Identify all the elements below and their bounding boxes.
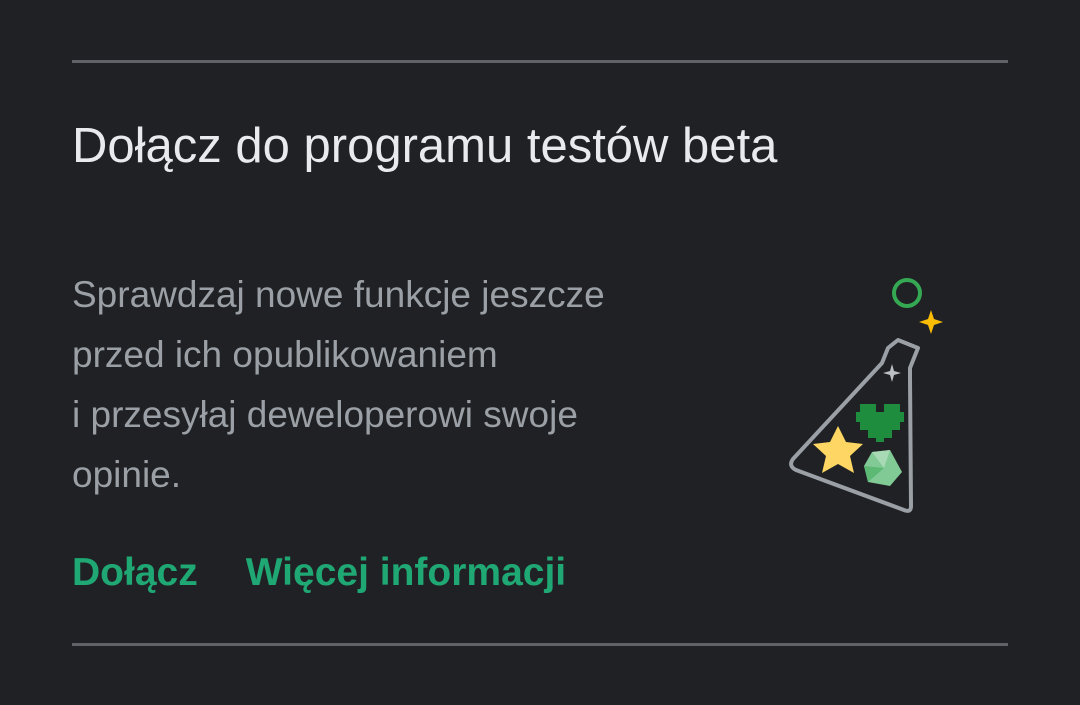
join-button[interactable]: Dołącz (72, 543, 198, 603)
description-line: przed ich opublikowaniem (72, 334, 498, 375)
section-title: Dołącz do programu testów beta (72, 119, 778, 173)
description-line: i przesyłaj deweloperowi swoje (72, 394, 578, 435)
gem-icon (864, 450, 902, 486)
sparkle-icon (919, 310, 943, 334)
heart-icon (856, 404, 904, 442)
more-info-button[interactable]: Więcej informacji (246, 543, 566, 603)
action-buttons: Dołącz Więcej informacji (72, 543, 566, 603)
section-description: Sprawdzaj nowe funkcje jeszcze przed ich… (72, 265, 712, 505)
small-sparkle-icon (883, 364, 901, 382)
bubble-circle-icon (892, 278, 922, 308)
description-line: opinie. (72, 454, 182, 495)
beta-flask-icon (780, 268, 960, 528)
star-icon (813, 426, 863, 473)
top-divider (72, 60, 1008, 63)
description-line: Sprawdzaj nowe funkcje jeszcze (72, 274, 605, 315)
bottom-divider (72, 643, 1008, 646)
